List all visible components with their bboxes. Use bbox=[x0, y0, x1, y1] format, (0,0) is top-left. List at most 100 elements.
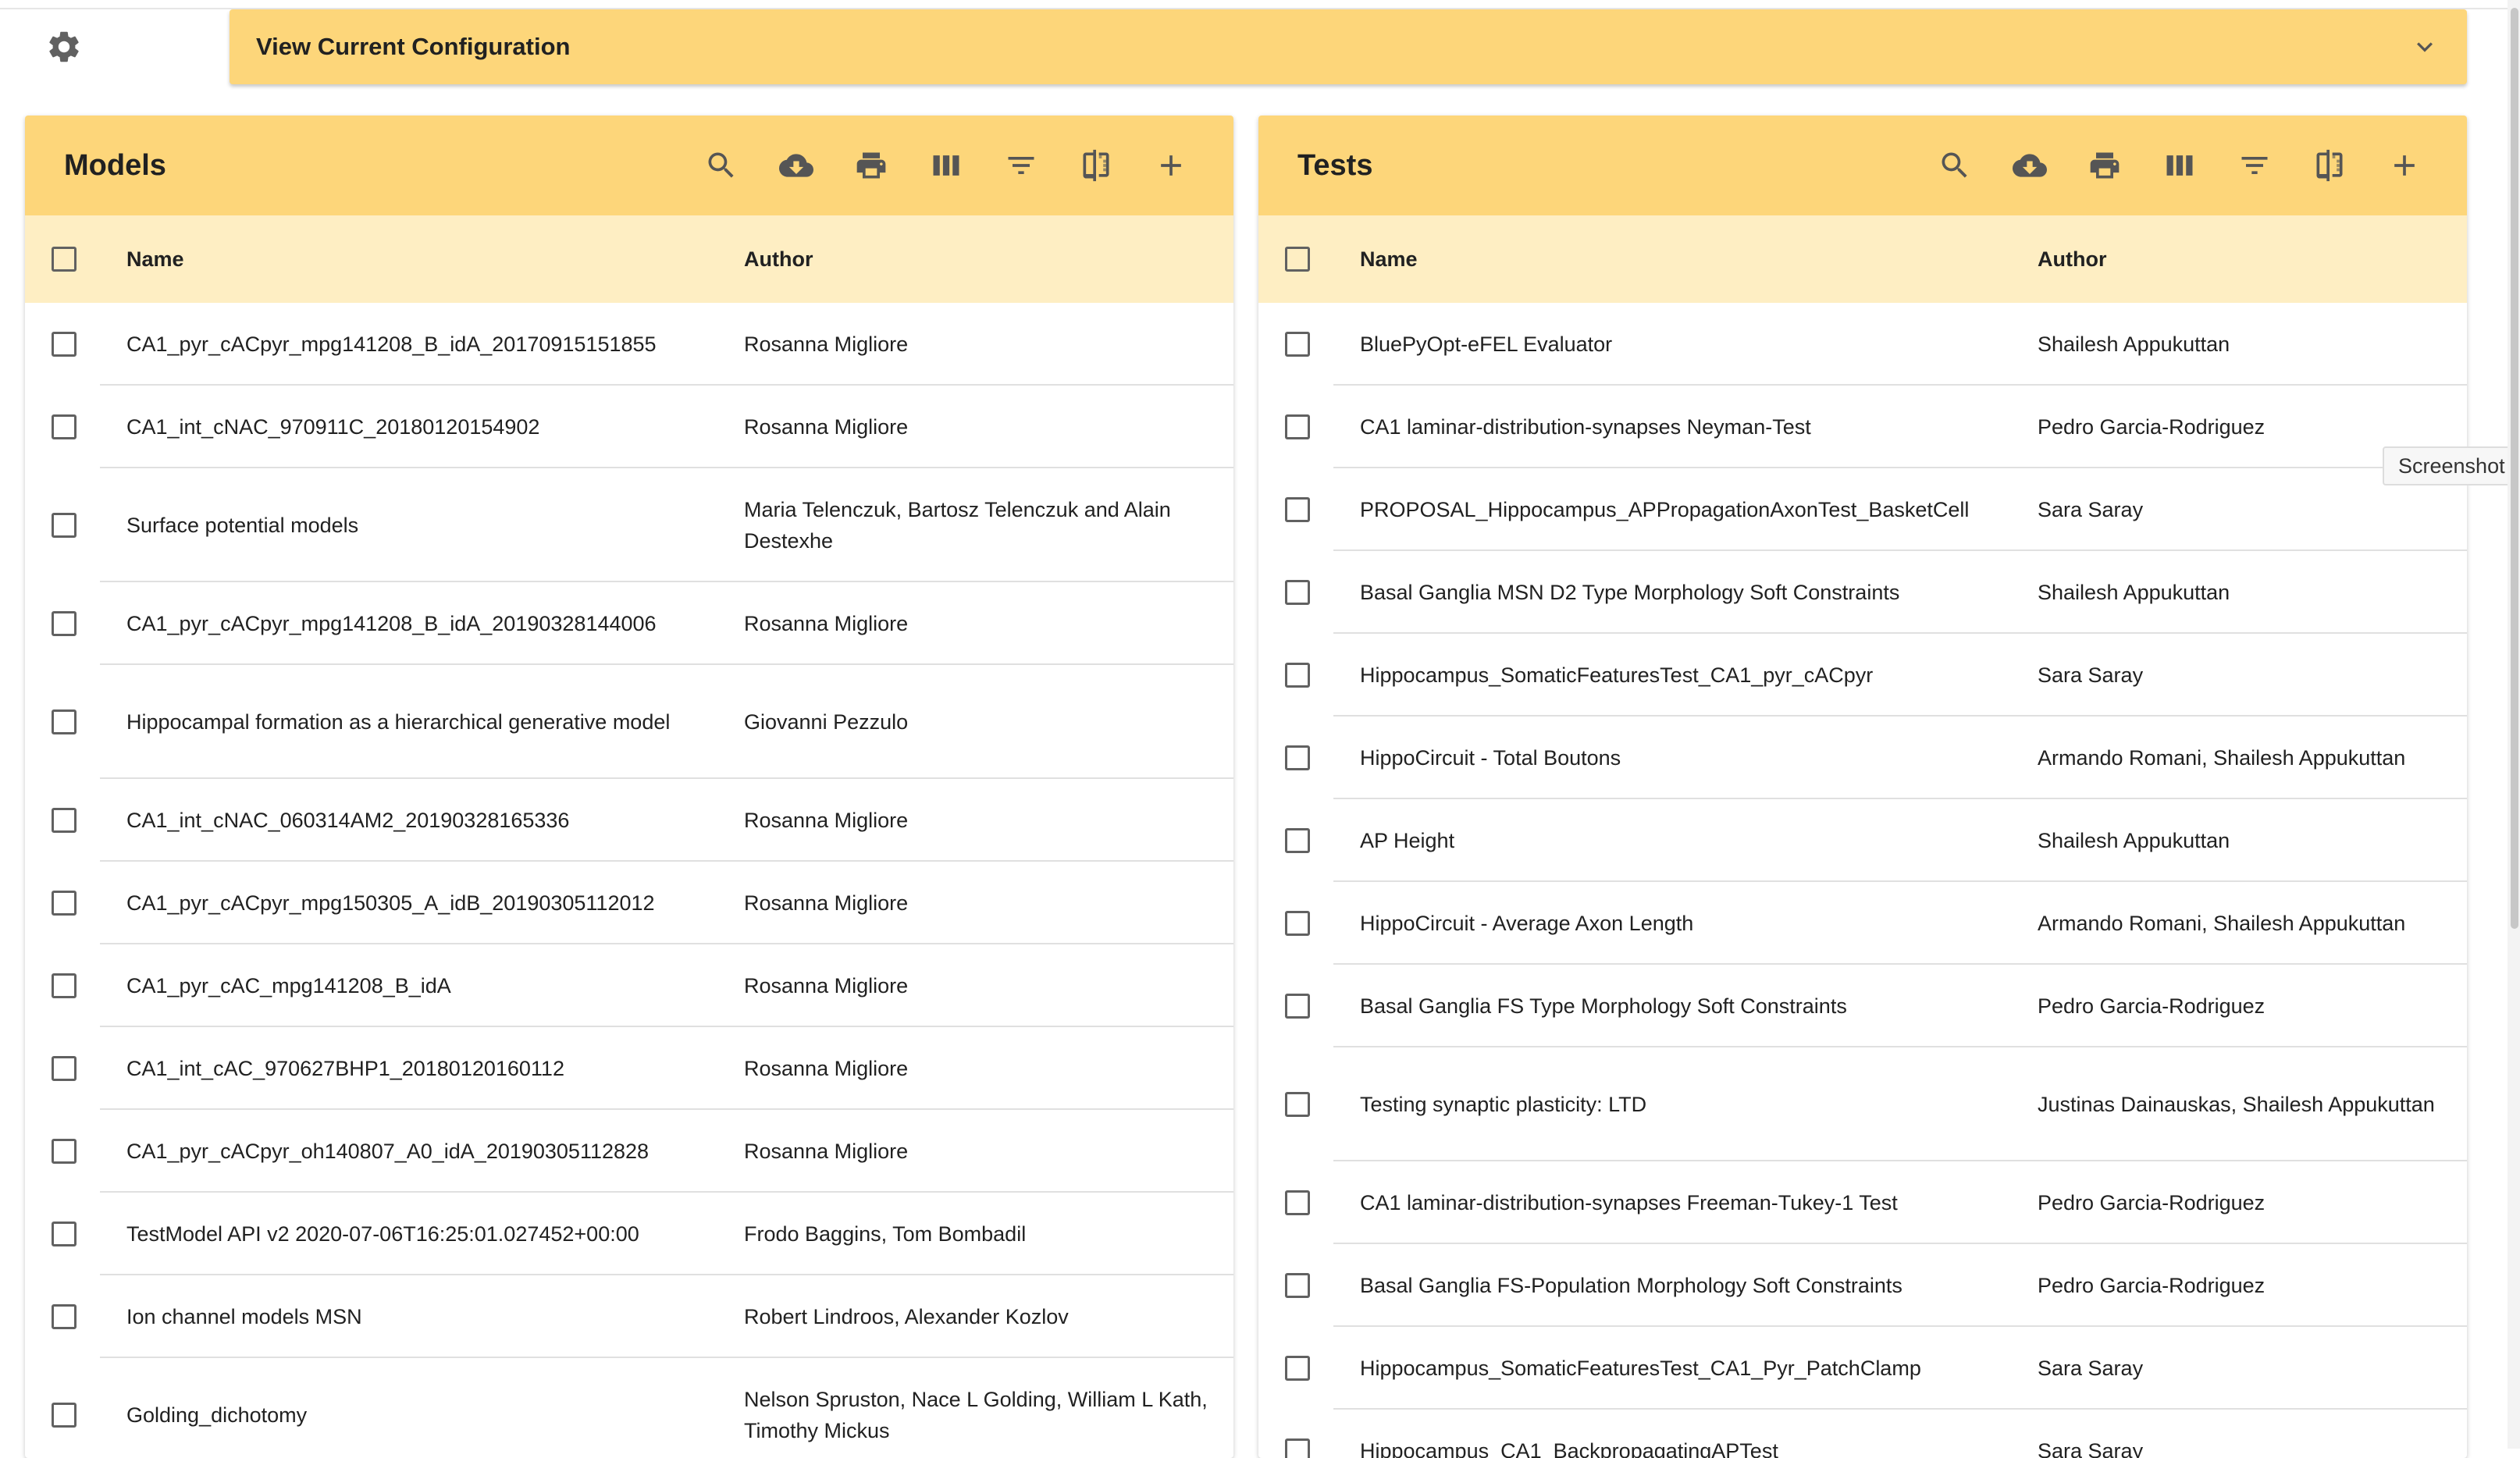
filter-list-icon bbox=[1004, 148, 1038, 183]
row-checkbox[interactable] bbox=[1285, 1190, 1310, 1215]
row-author: Armando Romani, Shailesh Appukuttan bbox=[2038, 746, 2406, 770]
tests-search-button[interactable] bbox=[1931, 142, 1978, 189]
gear-icon[interactable] bbox=[45, 28, 83, 66]
row-name: CA1 laminar-distribution-synapses Neyman… bbox=[1360, 415, 1811, 439]
table-row[interactable]: CA1 laminar-distribution-synapses Freema… bbox=[1258, 1161, 2467, 1244]
table-row[interactable]: CA1_pyr_cACpyr_oh140807_A0_idA_201903051… bbox=[25, 1110, 1233, 1193]
table-row[interactable]: CA1 laminar-distribution-synapses Neyman… bbox=[1258, 386, 2467, 468]
models-print-button[interactable] bbox=[848, 142, 895, 189]
row-name: HippoCircuit - Average Axon Length bbox=[1360, 912, 1694, 935]
tests-compare-button[interactable] bbox=[2306, 142, 2353, 189]
row-checkbox[interactable] bbox=[1285, 414, 1310, 439]
row-checkbox[interactable] bbox=[52, 414, 77, 439]
compare-icon bbox=[2312, 148, 2347, 183]
table-row[interactable]: PROPOSAL_Hippocampus_APPropagationAxonTe… bbox=[1258, 468, 2467, 551]
table-row[interactable]: CA1_pyr_cACpyr_mpg150305_A_idB_201903051… bbox=[25, 862, 1233, 944]
row-name: Hippocampus_CA1_BackpropagatingAPTest bbox=[1360, 1439, 1778, 1458]
tests-column-header: Name Author bbox=[1258, 215, 2467, 303]
row-author: Nelson Spruston, Nace L Golding, William… bbox=[744, 1388, 1208, 1442]
tests-download-button[interactable] bbox=[2006, 142, 2053, 189]
table-row[interactable]: Basal Ganglia FS Type Morphology Soft Co… bbox=[1258, 965, 2467, 1047]
row-author: Sara Saray bbox=[2038, 1357, 2144, 1380]
row-checkbox[interactable] bbox=[1285, 332, 1310, 357]
tests-panel: Tests Name Author BluePyOpt-eFEL Evaluat… bbox=[1258, 116, 2467, 1458]
row-author: Sara Saray bbox=[2038, 1439, 2144, 1458]
table-row[interactable]: BluePyOpt-eFEL Evaluator Shailesh Appukut… bbox=[1258, 303, 2467, 386]
row-checkbox[interactable] bbox=[1285, 1356, 1310, 1381]
row-checkbox[interactable] bbox=[52, 709, 77, 734]
row-checkbox[interactable] bbox=[52, 1222, 77, 1246]
row-author: Robert Lindroos, Alexander Kozlov bbox=[744, 1305, 1069, 1328]
table-row[interactable]: HippoCircuit - Average Axon Length Armand… bbox=[1258, 882, 2467, 965]
row-author: Rosanna Migliore bbox=[744, 809, 909, 832]
row-checkbox[interactable] bbox=[52, 1304, 77, 1329]
row-checkbox[interactable] bbox=[52, 332, 77, 357]
row-name: Hippocampus_SomaticFeaturesTest_CA1_pyr_… bbox=[1360, 663, 1874, 687]
row-author: Sara Saray bbox=[2038, 498, 2144, 521]
table-row[interactable]: Golding_dichotomy Nelson Spruston, Nace L… bbox=[25, 1358, 1233, 1458]
table-row[interactable]: Hippocampal formation as a hierarchical … bbox=[25, 665, 1233, 779]
models-search-button[interactable] bbox=[698, 142, 745, 189]
table-row[interactable]: Hippocampus_SomaticFeaturesTest_CA1_pyr_… bbox=[1258, 634, 2467, 717]
table-row[interactable]: CA1_int_cAC_970627BHP1_20180120160112 Ros… bbox=[25, 1027, 1233, 1110]
tests-filter-button[interactable] bbox=[2231, 142, 2278, 189]
row-checkbox[interactable] bbox=[52, 973, 77, 998]
row-name: Basal Ganglia FS Type Morphology Soft Co… bbox=[1360, 994, 1847, 1018]
tests-columns-button[interactable] bbox=[2156, 142, 2203, 189]
table-row[interactable]: Surface potential models Maria Telenczuk,… bbox=[25, 468, 1233, 582]
tests-name-column[interactable]: Name bbox=[1360, 247, 1418, 272]
table-row[interactable]: Basal Ganglia FS-Population Morphology S… bbox=[1258, 1244, 2467, 1327]
row-checkbox[interactable] bbox=[1285, 994, 1310, 1019]
row-name: CA1_int_cNAC_060314AM2_20190328165336 bbox=[126, 809, 570, 832]
row-checkbox[interactable] bbox=[1285, 1273, 1310, 1298]
table-row[interactable]: CA1_pyr_cAC_mpg141208_B_idA Rosanna Migli… bbox=[25, 944, 1233, 1027]
table-row[interactable]: Testing synaptic plasticity: LTD Justinas… bbox=[1258, 1047, 2467, 1161]
row-checkbox[interactable] bbox=[52, 513, 77, 538]
models-select-all-checkbox[interactable] bbox=[52, 247, 77, 272]
table-row[interactable]: Ion channel models MSN Robert Lindroos, A… bbox=[25, 1275, 1233, 1358]
chevron-down-icon[interactable] bbox=[2409, 31, 2440, 62]
view-configuration-bar[interactable]: View Current Configuration bbox=[230, 9, 2467, 84]
row-checkbox[interactable] bbox=[1285, 911, 1310, 936]
row-name: Testing synaptic plasticity: LTD bbox=[1360, 1093, 1647, 1116]
row-checkbox[interactable] bbox=[1285, 1092, 1310, 1117]
row-checkbox[interactable] bbox=[1285, 828, 1310, 853]
table-row[interactable]: Basal Ganglia MSN D2 Type Morphology Sof… bbox=[1258, 551, 2467, 634]
row-checkbox[interactable] bbox=[1285, 580, 1310, 605]
models-add-button[interactable] bbox=[1148, 142, 1194, 189]
tests-author-column[interactable]: Author bbox=[2038, 247, 2106, 272]
models-name-column[interactable]: Name bbox=[126, 247, 184, 272]
row-checkbox[interactable] bbox=[1285, 663, 1310, 688]
row-checkbox[interactable] bbox=[52, 1056, 77, 1081]
models-filter-button[interactable] bbox=[998, 142, 1045, 189]
table-row[interactable]: TestModel API v2 2020-07-06T16:25:01.027… bbox=[25, 1193, 1233, 1275]
models-toolbar: Models bbox=[25, 116, 1233, 215]
table-row[interactable]: CA1_int_cNAC_060314AM2_20190328165336 Ros… bbox=[25, 779, 1233, 862]
tests-add-button[interactable] bbox=[2381, 142, 2428, 189]
page-scrollbar-thumb[interactable] bbox=[2511, 8, 2518, 929]
table-row[interactable]: HippoCircuit - Total Boutons Armando Roma… bbox=[1258, 717, 2467, 799]
models-download-button[interactable] bbox=[773, 142, 820, 189]
filter-list-icon bbox=[2237, 148, 2272, 183]
table-row[interactable]: CA1_pyr_cACpyr_mpg141208_B_idA_201709151… bbox=[25, 303, 1233, 386]
table-row[interactable]: AP Height Shailesh Appukuttan bbox=[1258, 799, 2467, 882]
top-border bbox=[0, 0, 2520, 9]
row-checkbox[interactable] bbox=[52, 611, 77, 636]
table-row[interactable]: CA1_int_cNAC_970911C_20180120154902 Rosan… bbox=[25, 386, 1233, 468]
row-checkbox[interactable] bbox=[52, 891, 77, 916]
row-checkbox[interactable] bbox=[52, 1139, 77, 1164]
search-icon bbox=[1938, 148, 1972, 183]
table-row[interactable]: CA1_pyr_cACpyr_mpg141208_B_idA_201903281… bbox=[25, 582, 1233, 665]
row-checkbox[interactable] bbox=[1285, 745, 1310, 770]
models-compare-button[interactable] bbox=[1073, 142, 1119, 189]
table-row[interactable]: Hippocampus_CA1_BackpropagatingAPTest Sar… bbox=[1258, 1410, 2467, 1458]
tests-select-all-checkbox[interactable] bbox=[1285, 247, 1310, 272]
models-author-column[interactable]: Author bbox=[744, 247, 813, 272]
models-columns-button[interactable] bbox=[923, 142, 970, 189]
row-checkbox[interactable] bbox=[52, 1403, 77, 1428]
table-row[interactable]: Hippocampus_SomaticFeaturesTest_CA1_Pyr_… bbox=[1258, 1327, 2467, 1410]
row-author: Rosanna Migliore bbox=[744, 415, 909, 439]
tests-print-button[interactable] bbox=[2081, 142, 2128, 189]
row-checkbox[interactable] bbox=[52, 808, 77, 833]
row-checkbox[interactable] bbox=[1285, 497, 1310, 522]
